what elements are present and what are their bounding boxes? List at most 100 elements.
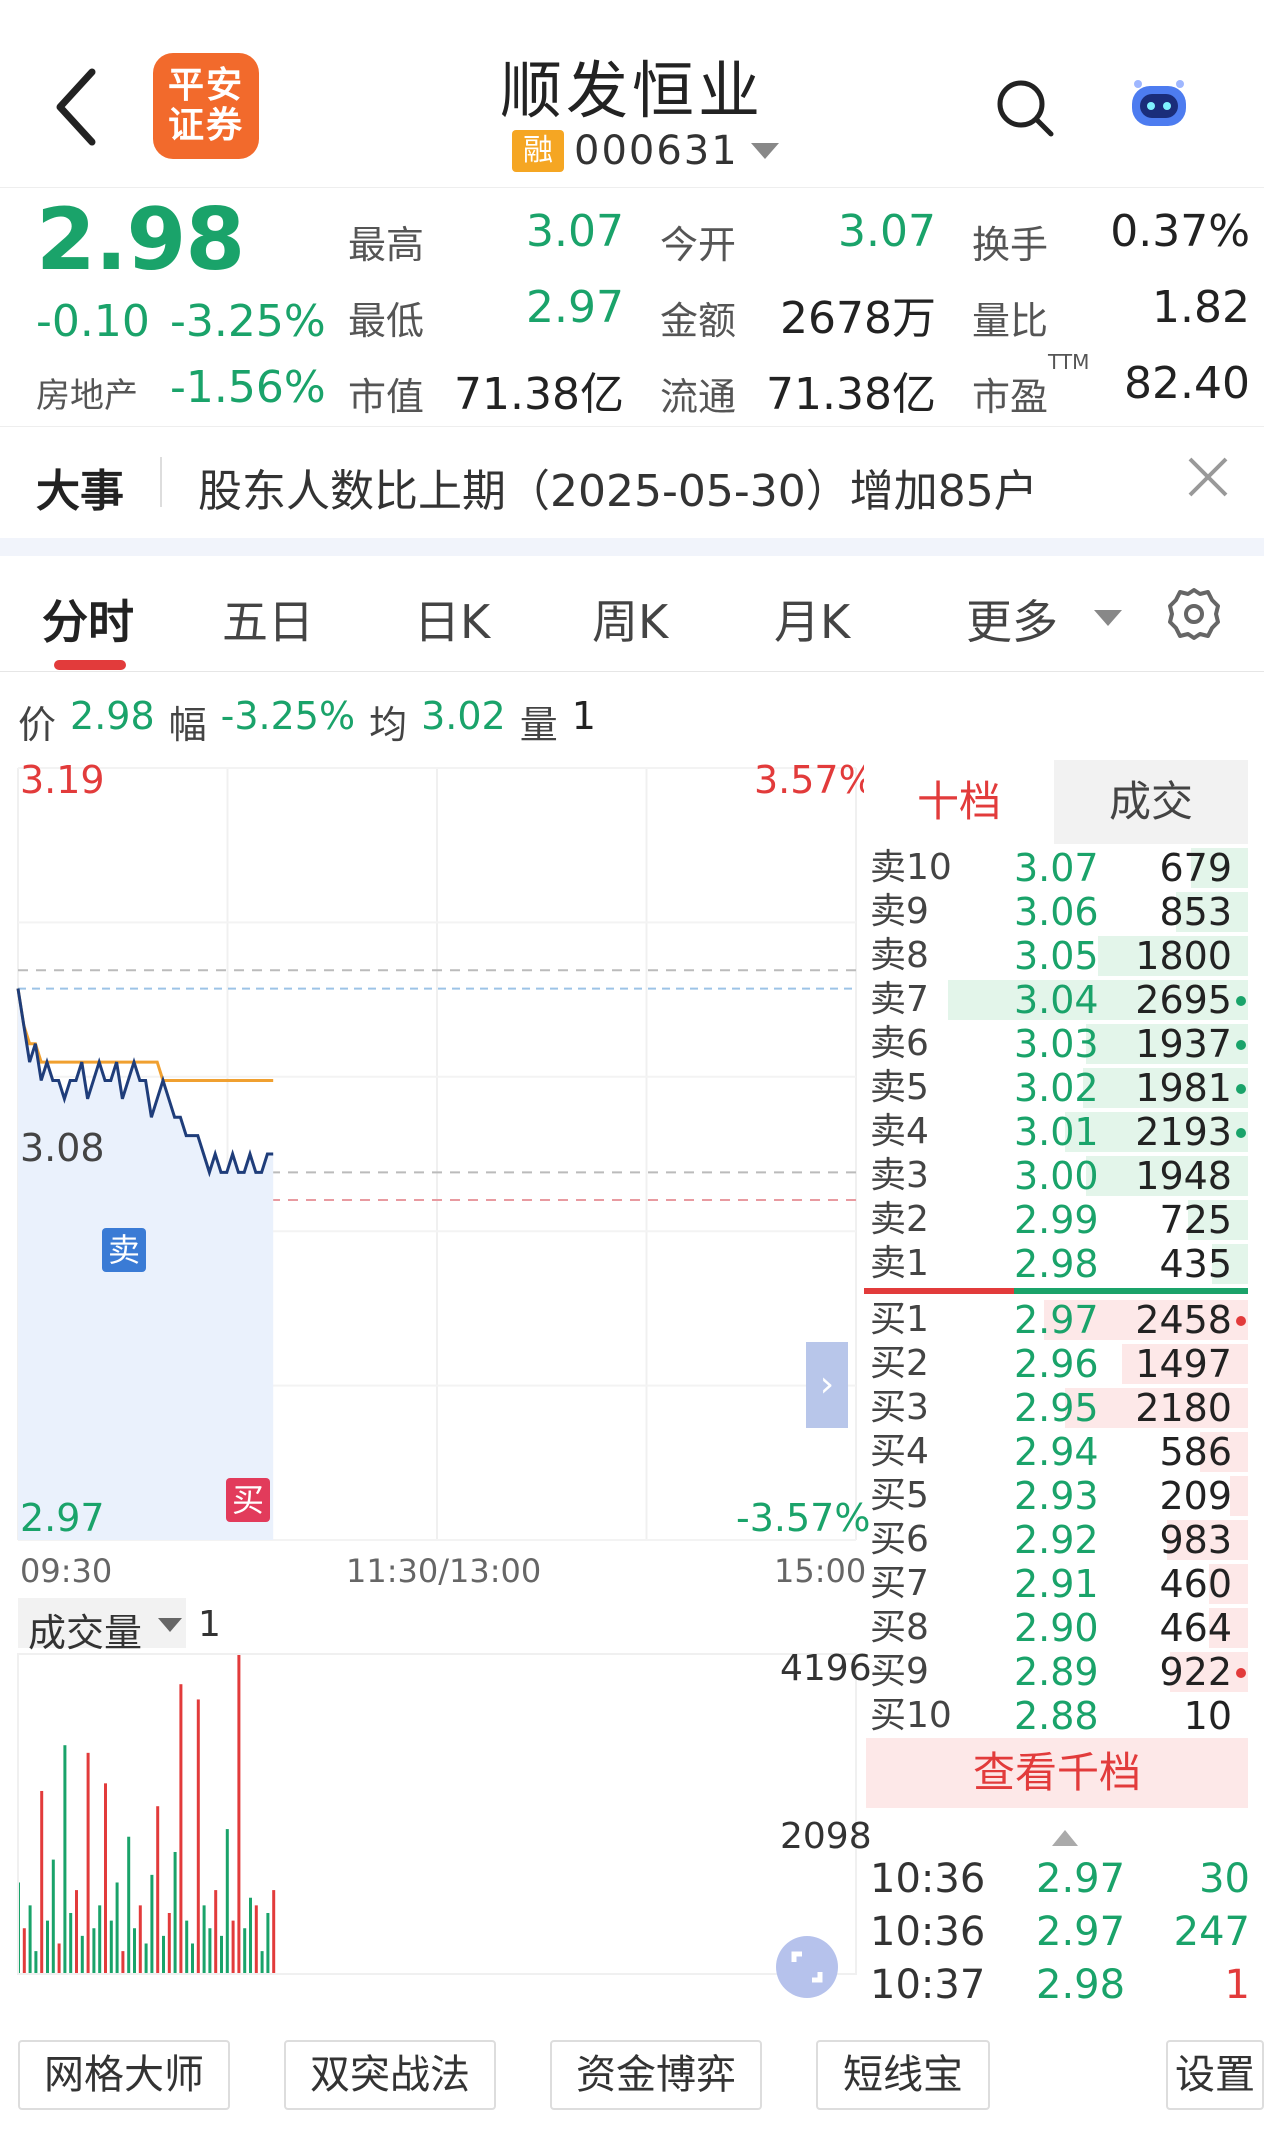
expand-panel-button[interactable]: ›: [806, 1342, 848, 1428]
tool-capital-game[interactable]: 资金博弈: [550, 2040, 762, 2110]
intraday-chart[interactable]: [0, 756, 864, 2036]
level-label: 买7: [870, 1563, 929, 1604]
close-news-button[interactable]: [1180, 449, 1236, 505]
buy-level-row[interactable]: 买2 2.96 1497: [864, 1342, 1248, 1386]
level-price: 2.88: [1014, 1694, 1099, 1738]
sell-level-row[interactable]: 卖6 3.03 1937: [864, 1022, 1248, 1066]
ai-assistant-button[interactable]: [1128, 78, 1190, 132]
buy-level-row[interactable]: 买7 2.91 460: [864, 1562, 1248, 1606]
buy-level-row[interactable]: 买8 2.90 464: [864, 1606, 1248, 1650]
tool-settings[interactable]: 设置: [1166, 2040, 1264, 2110]
tool-grid-master[interactable]: 网格大师: [18, 2040, 230, 2110]
volume-bar: [225, 1829, 229, 1974]
buy-level-row[interactable]: 买4 2.94 586: [864, 1430, 1248, 1474]
level-label: 买1: [870, 1299, 929, 1340]
vol-label: 量: [519, 703, 558, 747]
avg-price-line: [16, 988, 274, 1082]
volume-bar: [208, 1928, 212, 1974]
page-title: 顺发恒业: [499, 54, 764, 127]
big-order-dot: [1236, 996, 1246, 1006]
volume-bar: [266, 1912, 270, 1974]
sell-level-row[interactable]: 卖2 2.99 725: [864, 1198, 1248, 1242]
level-volume: 2180: [1135, 1386, 1232, 1430]
buy-level-row[interactable]: 买10 2.88 10: [864, 1694, 1248, 1738]
news-bar[interactable]: 大事 股东人数比上期（2025-05-30）增加85户: [0, 426, 1264, 538]
info-amp: -3.25%: [220, 694, 356, 738]
volume-indicator-selector[interactable]: 成交量: [18, 1598, 186, 1655]
sell-level-row[interactable]: 卖10 3.07 679: [864, 846, 1248, 890]
time-start: 09:30: [20, 1552, 113, 1590]
level-price: 2.98: [1014, 1242, 1099, 1286]
buy-level-row[interactable]: 买3 2.95 2180: [864, 1386, 1248, 1430]
volume-bar: [40, 1790, 44, 1974]
level-label: 买9: [870, 1651, 929, 1692]
search-button[interactable]: [995, 78, 1055, 138]
level-label: 买10: [870, 1695, 952, 1736]
amount-label: 金额: [660, 299, 737, 343]
trade-price: 2.97: [1036, 1909, 1126, 1955]
chart-mid-price: 3.08: [20, 1126, 105, 1170]
level-label: 卖10: [870, 847, 952, 888]
volume-bar: [115, 1882, 119, 1974]
robot-icon: [1132, 80, 1186, 126]
level-volume: 853: [1159, 890, 1232, 934]
sell-level-row[interactable]: 卖5 3.02 1981: [864, 1066, 1248, 1110]
volume-bar: [69, 1912, 73, 1974]
chart-bottom-price: 2.97: [20, 1496, 105, 1540]
level-volume: 435: [1159, 1242, 1232, 1286]
tool-double-breakout[interactable]: 双突战法: [284, 2040, 496, 2110]
price-label: 价: [18, 703, 57, 747]
tab-ten-levels[interactable]: 十档: [864, 760, 1054, 844]
level-price: 2.97: [1014, 1298, 1099, 1342]
volume-bar: [80, 1935, 84, 1974]
sector-name[interactable]: 房地产: [36, 368, 138, 417]
buy-level-row[interactable]: 买6 2.92 983: [864, 1518, 1248, 1562]
tab-more[interactable]: 更多: [966, 586, 1058, 652]
level-price: 3.04: [1014, 978, 1099, 1022]
big-order-dot: [1236, 1316, 1246, 1326]
volume-bar: [191, 1943, 194, 1974]
tab-monthly-k[interactable]: 月K: [774, 586, 850, 652]
buy-level-row[interactable]: 买1 2.97 2458: [864, 1298, 1248, 1342]
volume-area-frame: [17, 1653, 857, 1975]
volume-bar: [28, 1905, 32, 1974]
low-label: 最低: [348, 299, 425, 343]
sell-level-row[interactable]: 卖4 3.01 2193: [864, 1110, 1248, 1154]
tab-intraday[interactable]: 分时: [42, 586, 134, 652]
tab-five-day[interactable]: 五日: [222, 586, 314, 652]
fullscreen-button[interactable]: [776, 1936, 838, 1998]
volume-bar: [237, 1654, 241, 1974]
sell-level-row[interactable]: 卖9 3.06 853: [864, 890, 1248, 934]
sell-level-row[interactable]: 卖1 2.98 435: [864, 1242, 1248, 1286]
tool-short-term[interactable]: 短线宝: [816, 2040, 990, 2110]
volume-bar: [231, 1920, 235, 1974]
level-volume: 460: [1159, 1562, 1232, 1606]
sell-marker[interactable]: 卖: [102, 1228, 146, 1272]
level-volume: 922: [1159, 1650, 1232, 1694]
trade-price: 2.97: [1036, 1856, 1126, 1902]
price-change: -0.10: [36, 296, 150, 347]
open-value: 3.07: [838, 206, 936, 257]
view-thousand-levels-button[interactable]: 查看千档: [866, 1738, 1248, 1808]
caret-down-icon: [158, 1618, 182, 1632]
chart-period-tabs: 分时 五日 日K 周K 月K 更多: [0, 556, 1264, 672]
sell-level-row[interactable]: 卖3 3.00 1948: [864, 1154, 1248, 1198]
stock-code-selector[interactable]: 融 000631: [512, 128, 779, 174]
big-order-dot: [1236, 1668, 1246, 1678]
tab-trades[interactable]: 成交: [1054, 760, 1248, 844]
buy-level-row[interactable]: 买9 2.89 922: [864, 1650, 1248, 1694]
caret-up-icon[interactable]: [1052, 1830, 1078, 1846]
level-price: 3.00: [1014, 1154, 1099, 1198]
tab-daily-k[interactable]: 日K: [414, 586, 490, 652]
buy-marker[interactable]: 买: [226, 1478, 270, 1522]
vol-ratio-value: 1.82: [1152, 282, 1250, 333]
buy-level-row[interactable]: 买5 2.93 209: [864, 1474, 1248, 1518]
news-text[interactable]: 股东人数比上期（2025-05-30）增加85户: [198, 455, 1038, 519]
sell-level-row[interactable]: 卖7 3.04 2695: [864, 978, 1248, 1022]
volume-bar: [156, 1806, 160, 1974]
tab-weekly-k[interactable]: 周K: [592, 586, 668, 652]
level-label: 卖1: [870, 1243, 929, 1284]
sell-level-row[interactable]: 卖8 3.05 1800: [864, 934, 1248, 978]
volume-bar: [260, 1951, 264, 1974]
chart-settings-button[interactable]: [1166, 586, 1222, 642]
